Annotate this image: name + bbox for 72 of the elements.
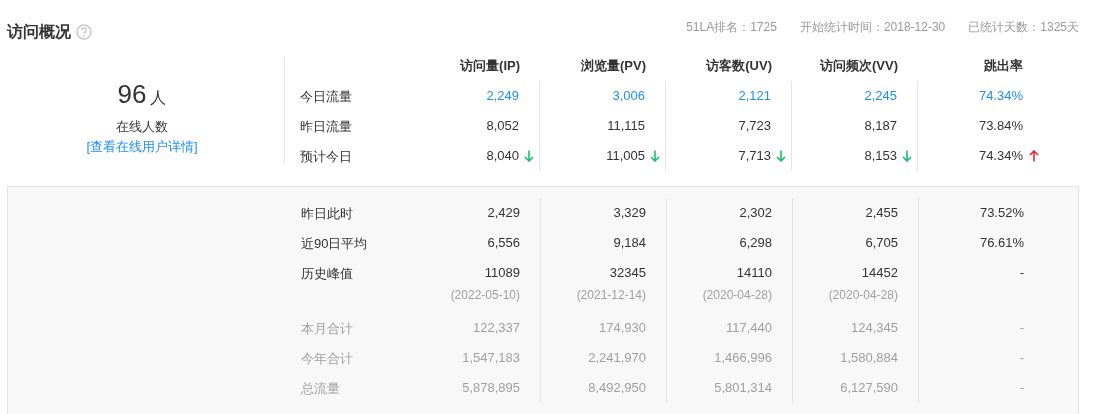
table-cell: 11,005 [606, 147, 645, 165]
row-label: 本月合计 [301, 321, 353, 336]
table-cell: 11,115 [607, 117, 645, 135]
table-cell: 6,127,590 [840, 379, 898, 397]
table-cell: 1,547,183 [462, 349, 520, 367]
row-label: 今年合计 [301, 351, 353, 366]
table-cell: 5,878,895 [462, 379, 520, 397]
table-cell: 2,455 [865, 204, 898, 222]
stat-info: 51LA排名：1725 [686, 19, 777, 36]
table-cell: - [1019, 349, 1024, 367]
table-cell: 76.61% [979, 234, 1024, 252]
table-cell: 124,345 [851, 319, 898, 337]
table-cell: 74.34% [978, 87, 1023, 105]
stat-info: 已统计天数：1325天 [968, 19, 1079, 36]
table-cell: 14110 [736, 264, 772, 282]
table-cell: 8,492,950 [588, 379, 646, 397]
table-cell: 3,329 [613, 204, 646, 222]
table-cell: 74.34% [978, 147, 1023, 165]
table-cell: 2,121 [738, 87, 771, 105]
row-label: 近90日平均 [301, 236, 368, 251]
stat-info: 开始统计时间：2018-12-30 [799, 19, 946, 36]
online-count: 96 [117, 79, 147, 109]
table-cell: 2,245 [864, 87, 897, 105]
row-label: 预计今日 [300, 149, 352, 164]
table-cell: 7,723 [738, 117, 771, 135]
table-cell: 8,040 [486, 147, 519, 165]
table-cell: 6,298 [739, 234, 772, 252]
online-details-link[interactable]: [查看在线用户详情] [86, 138, 198, 156]
table-cell: - [1019, 319, 1024, 337]
table-cell: 1,580,884 [840, 349, 898, 367]
count-unit: 人 [150, 88, 167, 108]
row-label: 今日流量 [300, 89, 352, 104]
peak-date: (2021-12-14) [576, 287, 646, 303]
table-cell: 5,801,314 [714, 379, 772, 397]
table-cell: 1,466,996 [714, 349, 772, 367]
row-label: 历史峰值 [301, 266, 353, 281]
peak-date: (2020-04-28) [702, 287, 772, 303]
table-cell: 3,006 [612, 87, 645, 105]
table-cell: 8,153 [864, 147, 897, 165]
table-cell: 2,429 [487, 204, 520, 222]
row-label: 总流量 [301, 381, 340, 396]
table-cell: 73.52% [979, 204, 1024, 222]
table-cell: 73.84% [978, 117, 1023, 135]
table-cell: 174,930 [599, 319, 646, 337]
help-icon[interactable] [76, 24, 92, 40]
column-header: 访问频次(VV) [820, 57, 898, 73]
table-cell: 9,184 [613, 234, 646, 252]
table-cell: 6,705 [865, 234, 898, 252]
table-cell: 8,187 [864, 117, 897, 135]
table-cell: - [1019, 264, 1024, 282]
table-cell: 14452 [861, 264, 898, 282]
column-header: 浏览量(PV) [581, 57, 646, 73]
row-label: 昨日流量 [300, 119, 352, 134]
peak-date: (2020-04-28) [828, 287, 898, 303]
table-cell: 2,249 [486, 87, 519, 105]
row-label: 昨日此时 [301, 206, 353, 221]
section-title: 访问概况 [7, 22, 71, 42]
table-cell: 117,440 [725, 319, 772, 337]
column-header: 跳出率 [984, 57, 1023, 73]
column-header: 访客数(UV) [706, 57, 772, 73]
peak-date: (2022-05-10) [450, 287, 520, 303]
table-cell: 7,713 [738, 147, 771, 165]
table-cell: 11089 [484, 264, 520, 282]
table-cell: 122,337 [473, 319, 520, 337]
table-cell: 8,052 [486, 117, 519, 135]
table-cell: 2,302 [739, 204, 772, 222]
online-label: 在线人数 [116, 118, 168, 136]
table-cell: 32345 [609, 264, 646, 282]
table-cell: - [1019, 379, 1024, 397]
table-cell: 6,556 [487, 234, 520, 252]
column-header: 访问量(IP) [460, 57, 520, 73]
table-cell: 2,241,970 [588, 349, 646, 367]
